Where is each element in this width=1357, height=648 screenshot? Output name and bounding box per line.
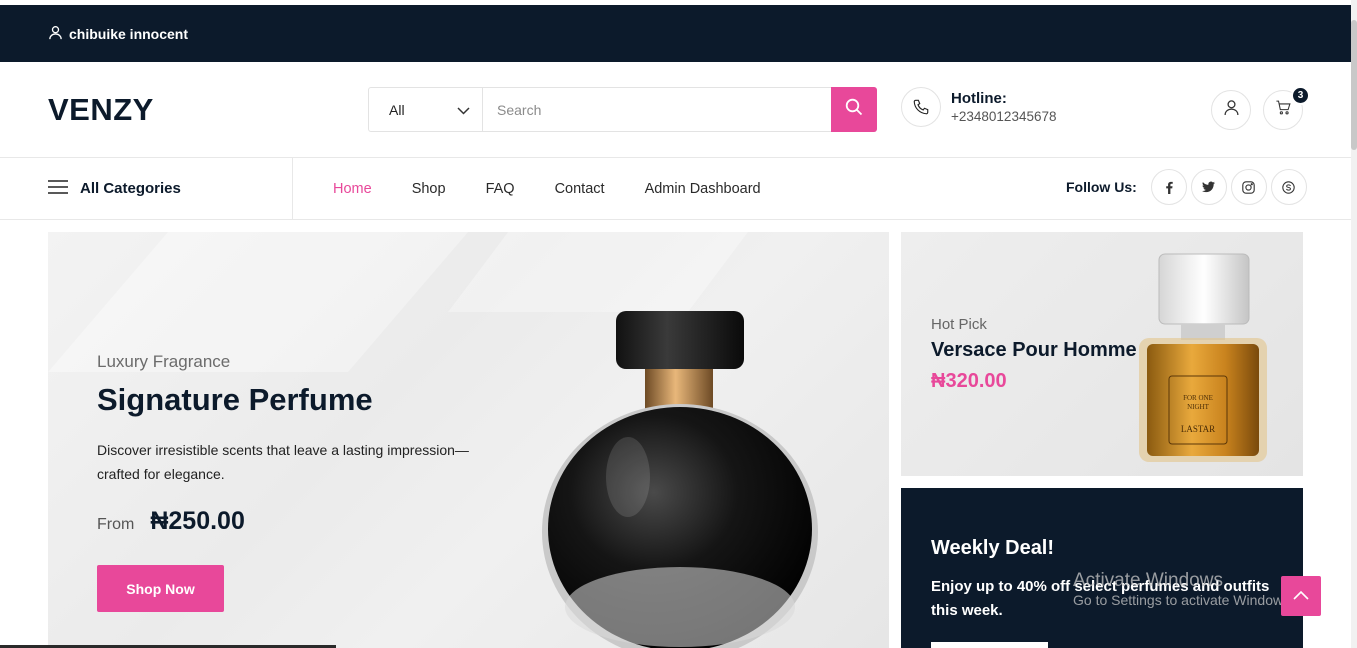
hot-pick-title: Versace Pour Homme [931, 339, 1137, 361]
cart-icon [1275, 99, 1292, 121]
phone-icon [901, 87, 941, 127]
cart-count-badge: 3 [1291, 86, 1310, 105]
weekly-deal-title: Weekly Deal! [931, 537, 1055, 559]
weekly-deal-card[interactable]: Weekly Deal! Enjoy up to 40% off select … [901, 488, 1303, 648]
skype-icon[interactable] [1270, 169, 1307, 205]
account-button[interactable] [1211, 90, 1251, 130]
chevron-up-icon [1293, 587, 1309, 605]
hero-description: Discover irresistible scents that leave … [97, 442, 469, 482]
search-button[interactable] [831, 87, 877, 132]
hotline-number[interactable]: +2348012345678 [951, 109, 1057, 124]
follow-us-label: Follow Us: [1066, 179, 1137, 195]
nav-item-faq[interactable]: FAQ [486, 181, 515, 197]
nav-item-contact[interactable]: Contact [555, 181, 605, 197]
hot-pick-card[interactable]: Hot Pick Versace Pour Homme ₦320.00 FOR … [901, 232, 1303, 476]
shop-now-button[interactable]: Shop Now [97, 565, 224, 612]
username-label: chibuike innocent [69, 26, 189, 42]
weekly-deal-description: Enjoy up to 40% off select perfumes and … [931, 578, 1270, 619]
hotline: Hotline: +2348012345678 [901, 87, 1057, 127]
hero-price-row: From ₦250.00 [97, 507, 245, 536]
svg-text:LASTAR: LASTAR [1181, 424, 1215, 434]
hot-pick-price: ₦320.00 [931, 370, 1007, 392]
search-input[interactable] [483, 88, 831, 131]
weekly-deal-button[interactable] [931, 642, 1048, 648]
instagram-icon[interactable] [1230, 169, 1267, 205]
from-label: From [97, 516, 135, 533]
hero-banner: Luxury Fragrance Signature Perfume Disco… [48, 232, 889, 648]
search-icon [845, 98, 863, 121]
nav-item-home[interactable]: Home [333, 181, 372, 197]
nav-menu: Home Shop FAQ Contact Admin Dashboard [333, 158, 801, 219]
search-bar: All [368, 87, 877, 132]
category-select-value: All [389, 101, 405, 118]
main-navigation: All Categories Home Shop FAQ Contact Adm… [0, 158, 1351, 220]
hero-subtitle: Luxury Fragrance [97, 352, 231, 371]
svg-text:NIGHT: NIGHT [1187, 403, 1209, 411]
hot-pick-label: Hot Pick [931, 316, 987, 333]
user-icon [48, 25, 63, 43]
chevron-down-icon [457, 102, 470, 118]
nav-item-shop[interactable]: Shop [412, 181, 446, 197]
svg-text:FOR ONE: FOR ONE [1183, 394, 1213, 402]
user-account-link[interactable]: chibuike innocent [48, 25, 188, 43]
all-categories-button[interactable]: All Categories [48, 158, 293, 219]
page-scrollbar[interactable] [1351, 0, 1357, 648]
category-select[interactable]: All [369, 88, 483, 131]
twitter-icon[interactable] [1190, 169, 1227, 205]
nav-item-admin-dashboard[interactable]: Admin Dashboard [645, 181, 761, 197]
hamburger-menu-icon [48, 179, 68, 198]
back-to-top-button[interactable] [1281, 576, 1321, 616]
hero-price: ₦250.00 [150, 507, 245, 535]
perfume-bottle-image: FOR ONE NIGHT LASTAR [1133, 252, 1273, 472]
header: VENZY All Hotline: +2348012345678 [0, 62, 1351, 158]
top-bar: chibuike innocent [0, 5, 1351, 62]
social-links: Follow Us: [1066, 169, 1307, 205]
hero-title: Signature Perfume [97, 382, 373, 417]
site-logo[interactable]: VENZY [48, 92, 154, 128]
user-icon [1223, 99, 1240, 121]
scrollbar-thumb[interactable] [1351, 20, 1357, 150]
facebook-icon[interactable] [1150, 169, 1187, 205]
cart-button[interactable]: 3 [1263, 86, 1310, 130]
perfume-bottle-image [538, 307, 838, 648]
all-categories-label: All Categories [80, 180, 181, 197]
hotline-label: Hotline: [951, 90, 1007, 107]
